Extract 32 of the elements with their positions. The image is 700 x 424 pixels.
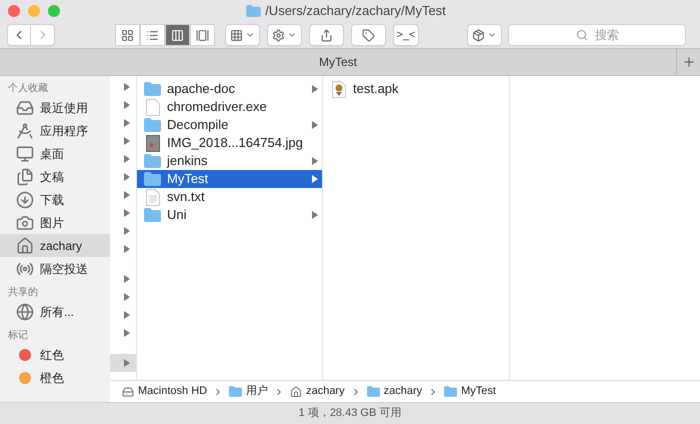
path-item[interactable]: zachary [290,383,345,400]
terminal-button[interactable]: >_< [393,24,419,46]
file-row[interactable]: test.apk [323,80,509,98]
sidebar-item[interactable]: 红色 [0,343,110,366]
path-item[interactable]: zachary [366,383,422,400]
sidebar-heading: 共享的 [7,286,39,300]
path-item[interactable]: MyTest [444,383,496,400]
window-title: /Users/zachary/zachary/MyTest [265,2,446,20]
sidebar-item[interactable]: 所有... [0,300,110,323]
sidebar-item[interactable]: 桌面 [0,142,110,165]
sidebar-heading: 个人收藏 [7,82,49,96]
file-row[interactable]: MyTest [137,170,322,188]
sidebar-item[interactable]: 文稿 [0,165,110,188]
sidebar-item[interactable]: 最近使用 [0,96,110,119]
path-item[interactable]: 用户 [229,383,268,400]
sidebar-item[interactable]: 橙色 [0,366,110,389]
sidebar-item[interactable]: 隔空投送 [0,257,110,280]
sidebar-item[interactable]: 应用程序 [0,119,110,142]
path-item[interactable]: Macintosh HD [122,383,208,400]
file-row[interactable]: jenkins [137,152,322,170]
status-text: 1 项，28.43 GB 可用 [298,406,402,422]
sidebar-heading: 标记 [7,328,29,342]
file-row[interactable]: Decompile [137,116,322,134]
file-row[interactable]: chromedriver.exe [137,98,322,116]
sidebar-item[interactable]: zachary [0,234,110,257]
sidebar-item[interactable]: 图片 [0,211,110,234]
sidebar-item[interactable]: 下载 [0,188,110,211]
search-field[interactable]: 搜索 [508,24,686,46]
file-row[interactable]: apache-doc [137,80,322,98]
file-row[interactable]: Uni [137,206,322,224]
file-row[interactable]: svn.txt [137,188,322,206]
file-row[interactable]: IMG_2018...164754.jpg [137,134,322,152]
